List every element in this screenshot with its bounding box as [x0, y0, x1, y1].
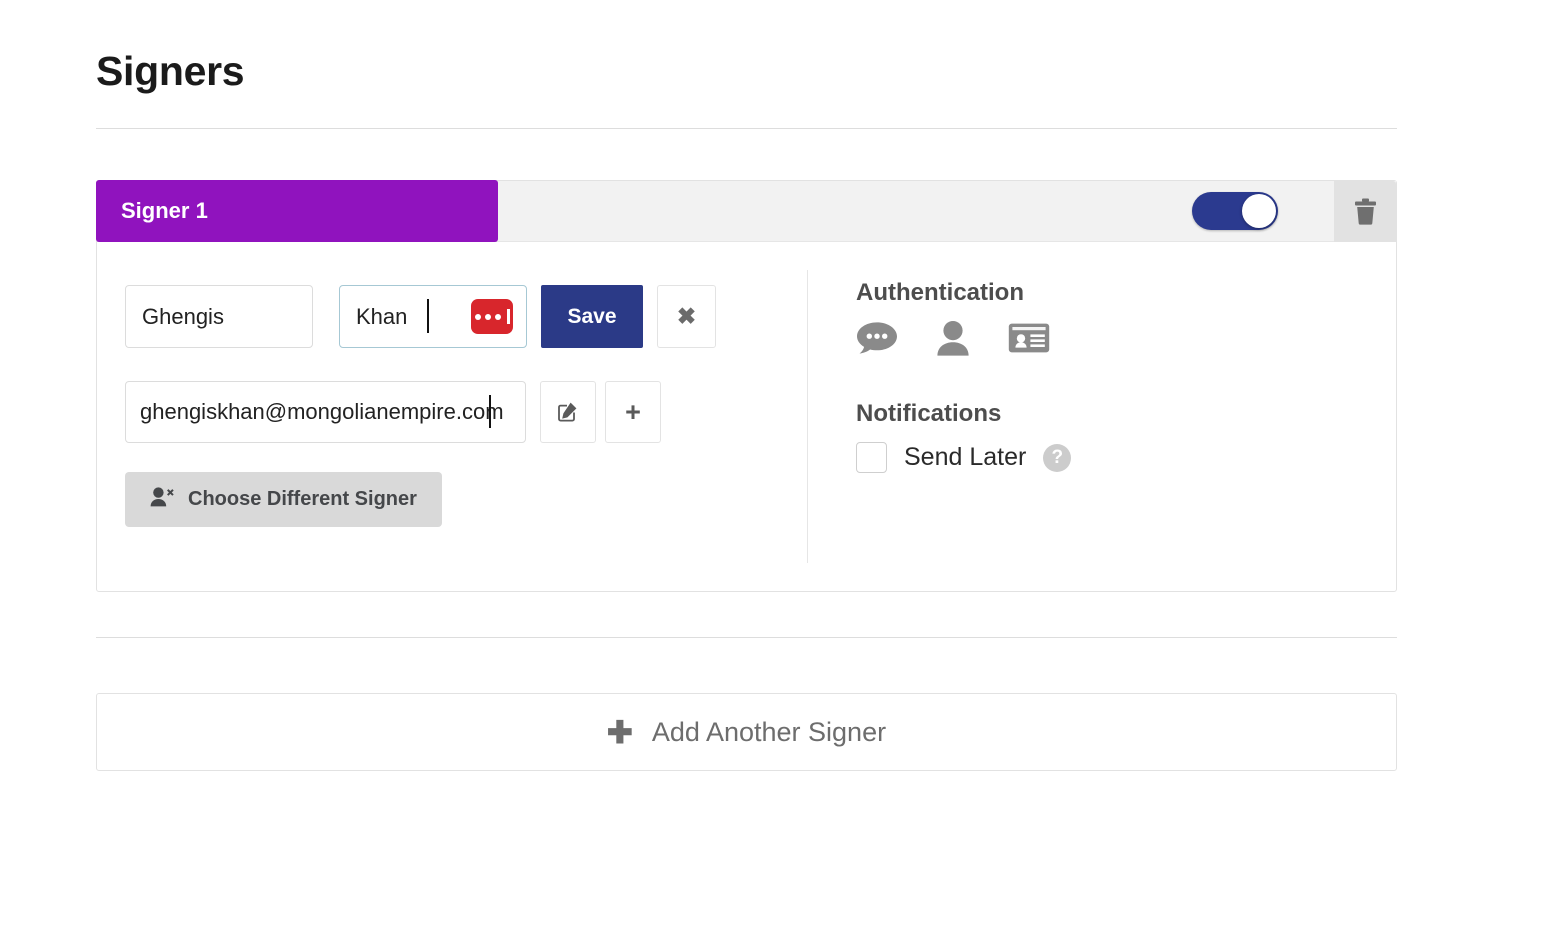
- title-divider: [96, 128, 1397, 129]
- signer-badge-label: Signer 1: [121, 198, 208, 223]
- cancel-button[interactable]: ✖: [657, 285, 716, 348]
- signer-card-body: Save ✖: [97, 242, 1396, 591]
- edit-email-button[interactable]: [540, 381, 596, 443]
- person-identity-icon[interactable]: [936, 320, 970, 361]
- id-card-icon[interactable]: [1008, 322, 1050, 359]
- email-field-row: +: [125, 381, 661, 443]
- signer-card: Signer 1 Ghengis Khan Save ✖ ghengiskhan…: [96, 180, 1397, 592]
- page-title: Signers: [96, 48, 245, 94]
- save-button[interactable]: Save: [541, 285, 643, 348]
- lastpass-icon[interactable]: [471, 299, 513, 334]
- toggle-knob: [1242, 194, 1276, 228]
- choose-different-signer-label: Choose Different Signer: [188, 488, 417, 510]
- question-mark-help-icon[interactable]: ?: [1043, 443, 1072, 472]
- send-later-row: Send Later ?: [856, 442, 1072, 473]
- signer-badge: Signer 1: [96, 180, 498, 242]
- sms-chat-bubble-icon[interactable]: [856, 321, 898, 360]
- lastpass-dot: [494, 313, 501, 320]
- authentication-options: [856, 320, 1050, 361]
- send-later-label: Send Later: [904, 443, 1027, 471]
- column-divider: [807, 270, 808, 563]
- signers-page: Signers Signer 1 Ghengis Khan Save ✖ ghe…: [0, 0, 1546, 936]
- notifications-title: Notifications: [856, 400, 1002, 427]
- send-later-checkbox[interactable]: [856, 442, 887, 473]
- plus-icon: ✚: [606, 714, 633, 750]
- lastpass-dot: [474, 313, 481, 320]
- delete-signer-button[interactable]: [1334, 181, 1396, 242]
- add-email-button[interactable]: +: [605, 381, 661, 443]
- footer-divider: [96, 637, 1397, 638]
- first-name-input[interactable]: [125, 285, 313, 348]
- add-another-signer-label: Add Another Signer: [651, 716, 887, 747]
- edit-pencil-square-icon: [557, 400, 579, 425]
- lastpass-bar: [506, 309, 510, 324]
- lastpass-dot: [484, 313, 491, 320]
- email-text-cursor: [489, 395, 491, 428]
- add-another-signer-button[interactable]: ✚ Add Another Signer: [96, 693, 1397, 771]
- name-fields-row: Save ✖: [125, 285, 716, 348]
- last-name-field-wrapper: [339, 285, 527, 348]
- text-cursor: [427, 299, 429, 333]
- email-field-wrapper: [125, 381, 526, 443]
- user-times-icon: [150, 486, 175, 513]
- email-input[interactable]: [125, 381, 526, 443]
- authentication-title: Authentication: [856, 279, 1024, 306]
- choose-different-signer-button[interactable]: Choose Different Signer: [125, 472, 442, 527]
- signer-enabled-toggle[interactable]: [1192, 192, 1278, 230]
- trash-icon: [1353, 198, 1378, 225]
- signer-card-header: Signer 1: [96, 180, 1396, 242]
